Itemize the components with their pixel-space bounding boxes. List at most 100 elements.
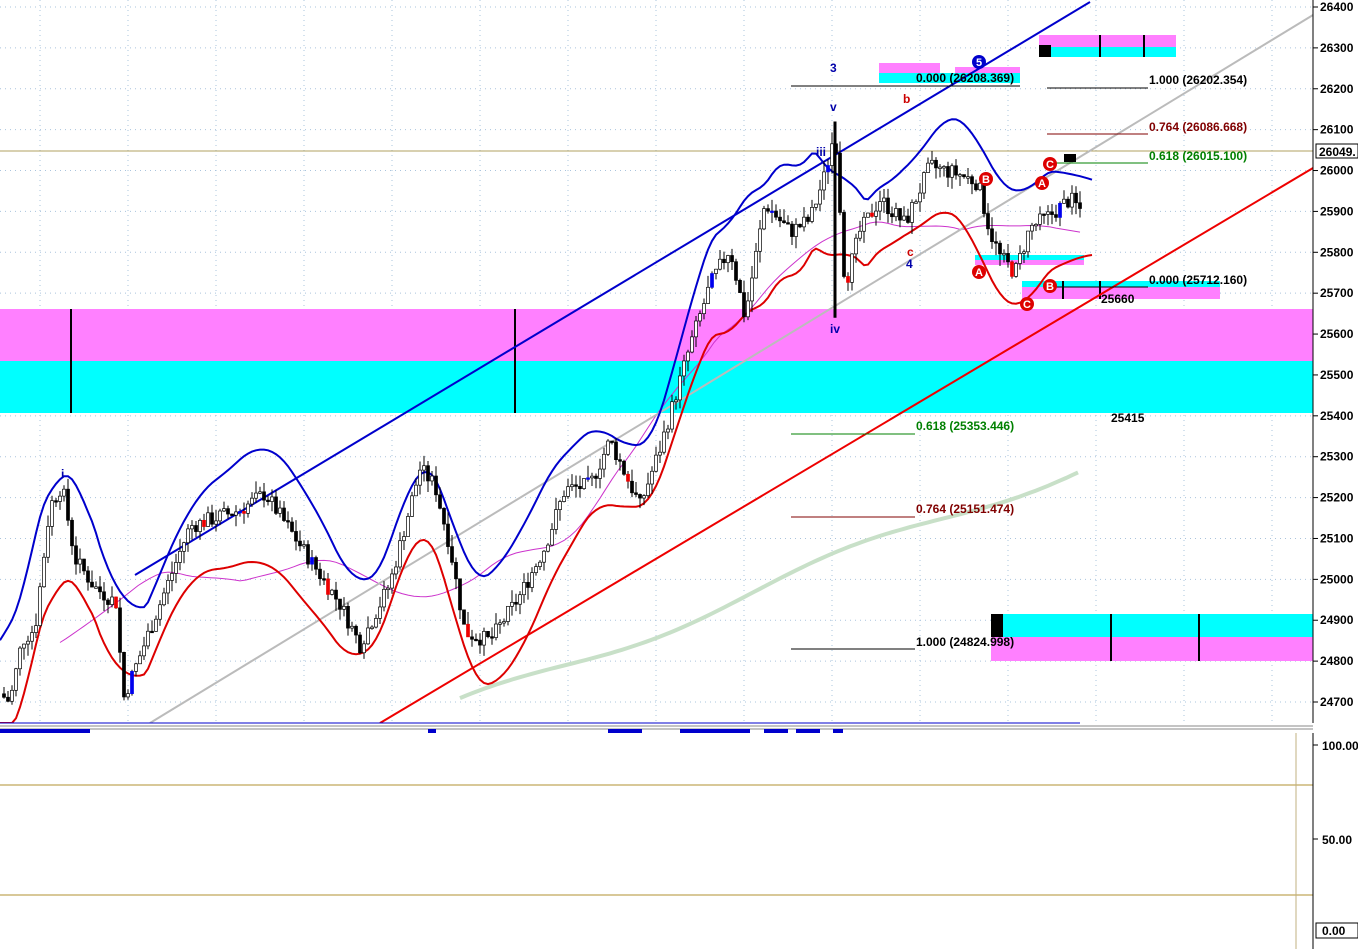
candle-body xyxy=(54,500,58,503)
candle-body xyxy=(150,630,154,634)
candle-body xyxy=(898,208,902,221)
candle-body xyxy=(210,512,214,525)
oscillator-plot-area[interactable] xyxy=(0,733,1313,949)
candle-body xyxy=(726,255,730,264)
candle-body xyxy=(274,496,278,514)
candle-body xyxy=(98,586,102,593)
circle-label-5: 5 xyxy=(972,55,986,69)
price-tick-label: 25600 xyxy=(1320,327,1354,341)
candle-body xyxy=(1058,202,1062,218)
price-tick-label: 25200 xyxy=(1320,491,1354,505)
candle-body xyxy=(778,216,782,222)
candle-body xyxy=(954,165,958,176)
candle-body xyxy=(198,519,202,532)
wave-label-v: v xyxy=(830,100,837,114)
candle-body xyxy=(438,494,442,509)
candle-body xyxy=(134,663,138,672)
candle-body xyxy=(882,197,886,202)
zone-top-right-magenta xyxy=(1039,35,1176,47)
candle-body xyxy=(966,176,970,179)
candle-body xyxy=(110,596,114,605)
candle-body xyxy=(762,208,766,230)
candle-body xyxy=(442,507,446,525)
candle-body xyxy=(450,546,454,563)
candle-body xyxy=(930,159,934,164)
svg-text:B: B xyxy=(982,174,990,186)
price-tick-label: 25800 xyxy=(1320,245,1354,259)
candle-body xyxy=(970,176,974,185)
candle-body xyxy=(22,643,26,649)
svg-text:A: A xyxy=(1038,178,1046,190)
candle-body xyxy=(458,578,462,611)
candle-body xyxy=(314,557,318,570)
candle-body xyxy=(430,475,434,482)
candle-body xyxy=(910,202,914,223)
candle-body xyxy=(962,174,966,178)
candle-body xyxy=(414,484,418,497)
candle-body xyxy=(598,468,602,479)
candle-body xyxy=(1010,261,1014,277)
candle-body xyxy=(174,562,178,574)
candle-body xyxy=(190,525,194,530)
price-tick-label: 25100 xyxy=(1320,531,1354,545)
zone-top-right-cyan xyxy=(1039,47,1176,57)
candle-body xyxy=(766,208,770,212)
candle-body xyxy=(222,508,226,512)
candle-body xyxy=(18,647,22,670)
candle-body xyxy=(370,626,374,629)
candle-body xyxy=(986,213,990,230)
candle-body xyxy=(990,228,994,242)
candle-body xyxy=(50,500,54,527)
candle-body xyxy=(330,589,334,595)
candle-body xyxy=(66,488,70,521)
candle-body xyxy=(230,513,234,516)
candle-body xyxy=(894,208,898,218)
candle-body xyxy=(1026,230,1030,253)
candle-body xyxy=(194,525,198,532)
price-chart[interactable]: 0.000 (26208.369) 1.000 (26202.354) 0.76… xyxy=(0,0,1358,949)
candle-body xyxy=(746,300,750,318)
candle-body xyxy=(170,573,174,581)
svg-text:B: B xyxy=(1046,281,1054,293)
candle-body xyxy=(214,520,218,525)
candle-body xyxy=(794,223,798,237)
candle-body xyxy=(290,521,294,532)
candle-body xyxy=(802,216,806,228)
panel-separator[interactable] xyxy=(0,723,1313,733)
candle-body xyxy=(86,570,90,583)
candle-body xyxy=(1042,213,1046,216)
candle-body xyxy=(378,606,382,619)
candle-body xyxy=(118,607,122,653)
candle-body xyxy=(486,631,490,638)
candle-body xyxy=(402,536,406,542)
candle-body xyxy=(462,609,466,625)
candle-body xyxy=(602,453,606,470)
candle-body xyxy=(806,216,810,222)
price-tick-label: 26300 xyxy=(1320,41,1354,55)
candle-body xyxy=(698,313,702,322)
circle-label-a-high: A xyxy=(1035,176,1049,190)
candle-body xyxy=(1038,213,1042,225)
candle-body xyxy=(350,625,354,629)
candle-body xyxy=(398,540,402,568)
candle-body xyxy=(410,495,414,517)
candle-body xyxy=(738,279,742,293)
candle-body xyxy=(770,210,774,213)
candle-body xyxy=(218,510,222,522)
price-axis[interactable] xyxy=(1313,0,1358,949)
candle-body xyxy=(906,215,910,223)
candle-body xyxy=(90,581,94,588)
svg-text:A: A xyxy=(975,267,983,279)
candle-body xyxy=(638,494,642,499)
candle-body xyxy=(678,375,682,401)
candle-body xyxy=(774,210,778,218)
candle-body xyxy=(1054,214,1058,218)
candle-body xyxy=(878,201,882,212)
candle-body xyxy=(902,215,906,221)
candle-body xyxy=(554,509,558,530)
candle-body xyxy=(358,634,362,654)
candle-body xyxy=(670,401,674,430)
candle-body xyxy=(146,630,150,647)
candle-body xyxy=(206,512,210,527)
candle-body xyxy=(394,566,398,575)
